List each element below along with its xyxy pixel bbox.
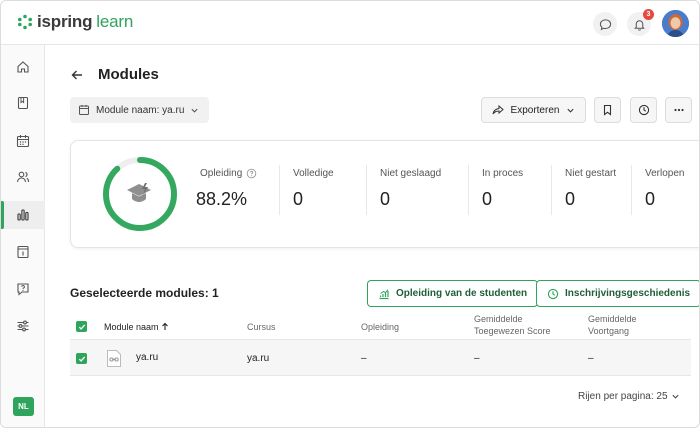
divider [279,165,280,215]
top-bar: ispring learn 3 [1,1,699,45]
info-icon [17,245,29,259]
checkmark-icon [78,355,85,362]
help-icon [17,283,29,296]
rows-per-page-select[interactable]: Rijen per pagina: 25 [578,391,680,402]
column-module-name[interactable]: Module naam [104,321,169,333]
logo[interactable]: ispring learn [17,12,133,32]
sidebar-item-help[interactable] [1,275,45,303]
module-name-filter[interactable]: Module naam: ya.ru [70,97,210,123]
clock-icon [547,288,559,299]
language-badge[interactable]: NL [13,397,34,416]
chevron-down-icon [671,394,679,399]
divider [468,165,469,215]
chevron-down-icon [191,108,198,113]
sidebar-item-users[interactable] [1,163,45,191]
sidebar-item-settings[interactable] [1,312,45,340]
stat-label-complete: Volledige [293,168,334,179]
home-icon [17,61,29,73]
book-icon [17,96,29,110]
checkmark-icon [78,323,85,330]
sidebar-item-reports[interactable] [1,201,45,229]
column-avg-score[interactable]: Gemiddelde Toegewezen Score [474,313,574,337]
bookmark-button[interactable] [594,97,621,123]
bookmark-icon [603,104,612,116]
more-dots-icon [673,108,684,112]
select-all-checkbox[interactable] [76,321,87,332]
column-training[interactable]: Opleiding [361,321,399,333]
logo-text: ispring learn [37,12,134,31]
reports-icon [17,209,29,221]
help-circle-icon[interactable] [246,168,257,179]
export-button[interactable]: Exporteren [481,97,586,123]
calendar-small-icon [79,105,89,115]
sidebar-item-home[interactable] [1,53,45,81]
module-name-link[interactable]: ya.ru [136,352,158,363]
chat-button[interactable] [593,12,617,36]
selected-modules-title: Geselecteerde modules: 1 [70,286,219,300]
filter-label: Module naam: ya.ru [96,104,185,116]
chat-icon [599,18,611,30]
column-course[interactable]: Cursus [247,321,276,333]
stat-value-failed: 0 [380,189,391,209]
row-checkbox[interactable] [76,353,87,364]
export-label: Exporteren [510,104,560,116]
sidebar-item-info[interactable] [1,238,45,266]
stat-label-training: Opleiding [200,168,257,179]
page-title: Modules [98,66,159,83]
stat-label-not-started: Niet gestart [565,168,617,179]
sort-arrow-up-icon [162,322,168,330]
settings-sliders-icon [17,320,29,332]
chevron-down-icon [567,108,575,113]
app-window: ispring learn 3 NL Modules Module naam: … [0,0,700,428]
share-icon [492,104,504,115]
calendar-icon [16,135,30,148]
clock-icon [638,104,649,116]
sidebar-item-courses[interactable] [1,89,45,117]
notifications-button[interactable]: 3 [627,9,654,36]
link-module-icon [107,350,121,367]
stat-value-in-progress: 0 [482,189,493,209]
stats-card: Opleiding 88.2% Volledige 0 Niet geslaag… [70,140,699,248]
more-button[interactable] [665,97,692,123]
stat-value-complete: 0 [293,189,304,209]
divider [366,165,367,215]
cell-course: ya.ru [247,353,270,364]
ispring-logo-icon [18,14,32,30]
cell-training: – [361,353,367,364]
history-button[interactable] [630,97,657,123]
table-header: Module naam Cursus Opleiding Gemiddelde … [70,313,691,339]
stat-label-expired: Verlopen [645,168,685,179]
bell-icon [633,19,645,31]
notification-badge: 3 [643,9,654,20]
sidebar: NL [1,45,45,427]
enrollment-history-button[interactable]: Inschrijvingsgeschiedenis [536,280,699,307]
divider [631,165,632,215]
stat-label-in-progress: In proces [482,168,524,179]
sidebar-item-calendar[interactable] [1,127,45,155]
table-row[interactable]: ya.ru ya.ru – – – [70,339,691,376]
avatar[interactable] [662,10,689,37]
back-arrow-icon[interactable] [69,67,85,83]
users-icon [16,171,30,183]
cell-avg-score: – [474,353,480,364]
stat-value-expired: 0 [645,189,656,209]
growth-chart-icon [379,288,389,299]
training-progress-ring [103,157,177,231]
cell-avg-progress: – [588,353,594,364]
stat-label-failed: Niet geslaagd [380,168,442,179]
column-avg-progress[interactable]: Gemiddelde Voortgang [588,313,658,337]
divider [551,165,552,215]
stat-value-training: 88.2% [196,189,248,209]
students-training-button[interactable]: Opleiding van de studenten [367,280,539,307]
user-photo-icon [662,10,689,37]
stat-value-not-started: 0 [565,189,576,209]
